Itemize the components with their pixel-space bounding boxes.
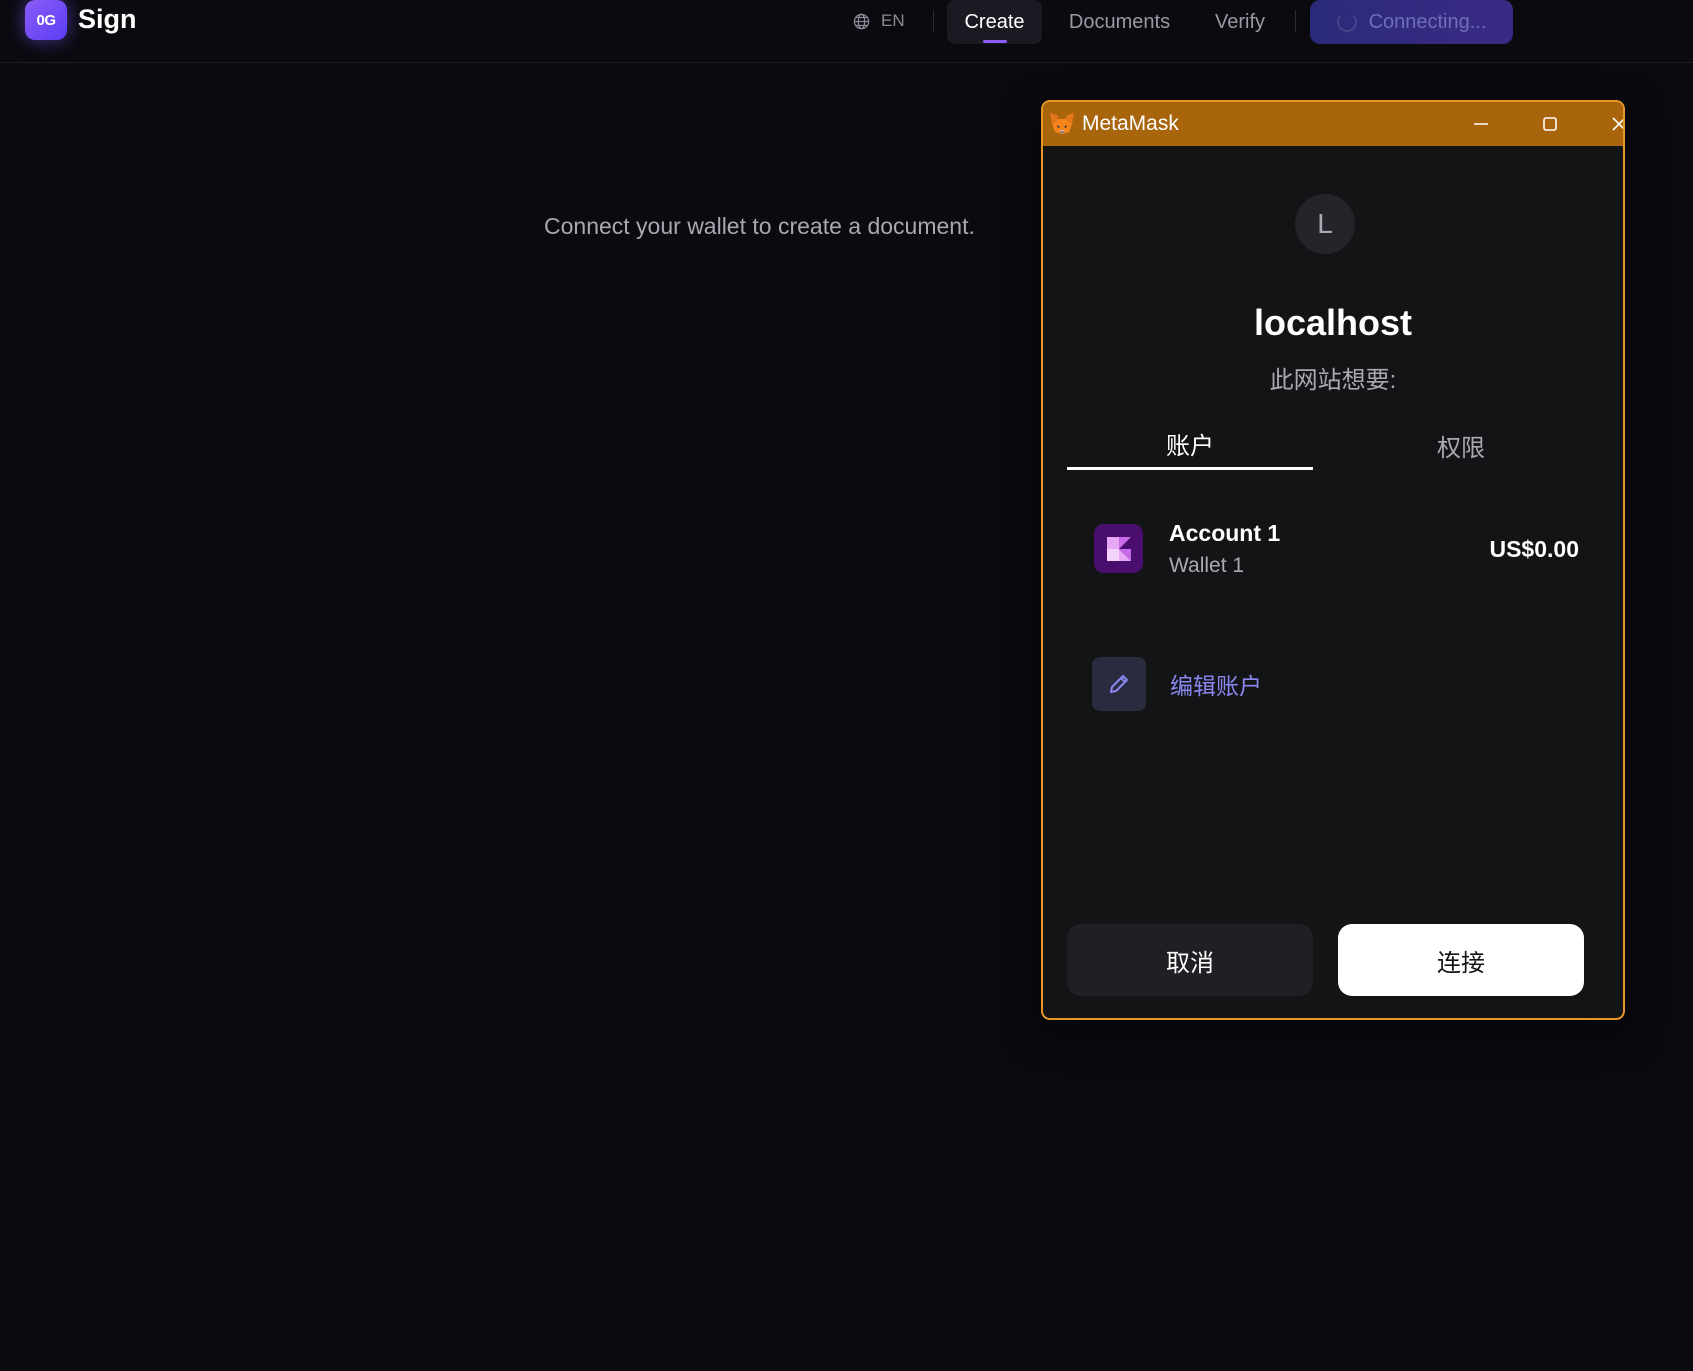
close-button[interactable] xyxy=(1597,108,1623,140)
nav-tab-label: Create xyxy=(964,10,1025,33)
language-label: EN xyxy=(881,11,905,30)
nav-divider xyxy=(933,10,934,32)
tab-permissions[interactable]: 权限 xyxy=(1338,420,1584,470)
language-switcher[interactable]: EN xyxy=(852,8,905,34)
tab-label: 权限 xyxy=(1437,434,1485,462)
edit-accounts-link[interactable]: 编辑账户 xyxy=(1092,656,1262,712)
app-title[interactable]: Sign xyxy=(78,4,137,35)
account-balance: US$0.00 xyxy=(1489,536,1579,562)
account-row[interactable]: Account 1 Wallet 1 US$0.00 xyxy=(1067,500,1599,596)
nav-divider xyxy=(1295,10,1296,32)
connect-wallet-button[interactable]: Connecting... xyxy=(1310,0,1513,44)
close-icon xyxy=(1612,117,1623,131)
maximize-icon xyxy=(1543,117,1557,131)
account-avatar-icon xyxy=(1094,524,1143,573)
tab-label: 账户 xyxy=(1166,433,1214,460)
maximize-button[interactable] xyxy=(1528,108,1572,140)
connect-button[interactable]: 连接 xyxy=(1338,924,1584,996)
minimize-button[interactable] xyxy=(1459,108,1503,140)
site-avatar: L xyxy=(1295,194,1355,254)
loading-spinner-icon xyxy=(1336,12,1357,32)
nav-tab-verify[interactable]: Verify xyxy=(1200,0,1280,44)
nav-tab-create[interactable]: Create xyxy=(947,0,1042,44)
edit-accounts-label: 编辑账户 xyxy=(1170,673,1262,699)
window-titlebar[interactable]: MetaMask xyxy=(1043,102,1623,146)
site-name: localhost xyxy=(1253,302,1413,343)
pencil-icon xyxy=(1110,675,1128,693)
metamask-popup-window: MetaMask L localhost 此网站想要: 账户 权限 Accoun… xyxy=(1041,100,1625,1020)
account-name: Account 1 xyxy=(1169,520,1281,546)
window-title: MetaMask xyxy=(1082,112,1179,135)
top-nav-bar: 0G Sign EN Create Documents Verify Conne… xyxy=(0,0,1693,63)
metamask-fox-icon xyxy=(1050,113,1074,134)
wallet-name: Wallet 1 xyxy=(1169,554,1245,577)
cancel-button[interactable]: 取消 xyxy=(1067,924,1313,996)
nav-tab-documents[interactable]: Documents xyxy=(1052,0,1187,44)
app-logo[interactable]: 0G xyxy=(25,0,67,40)
minimize-icon xyxy=(1474,123,1488,125)
site-request-subtitle: 此网站想要: xyxy=(1269,367,1397,394)
connect-wallet-message: Connect your wallet to create a document… xyxy=(544,213,975,239)
nav-tab-label: Verify xyxy=(1214,10,1266,33)
nav-tab-label: Documents xyxy=(1068,10,1171,33)
globe-icon xyxy=(853,13,870,29)
connect-status-label: Connecting... xyxy=(1368,10,1487,33)
tab-accounts[interactable]: 账户 xyxy=(1067,420,1313,470)
edit-icon-container xyxy=(1092,657,1146,711)
